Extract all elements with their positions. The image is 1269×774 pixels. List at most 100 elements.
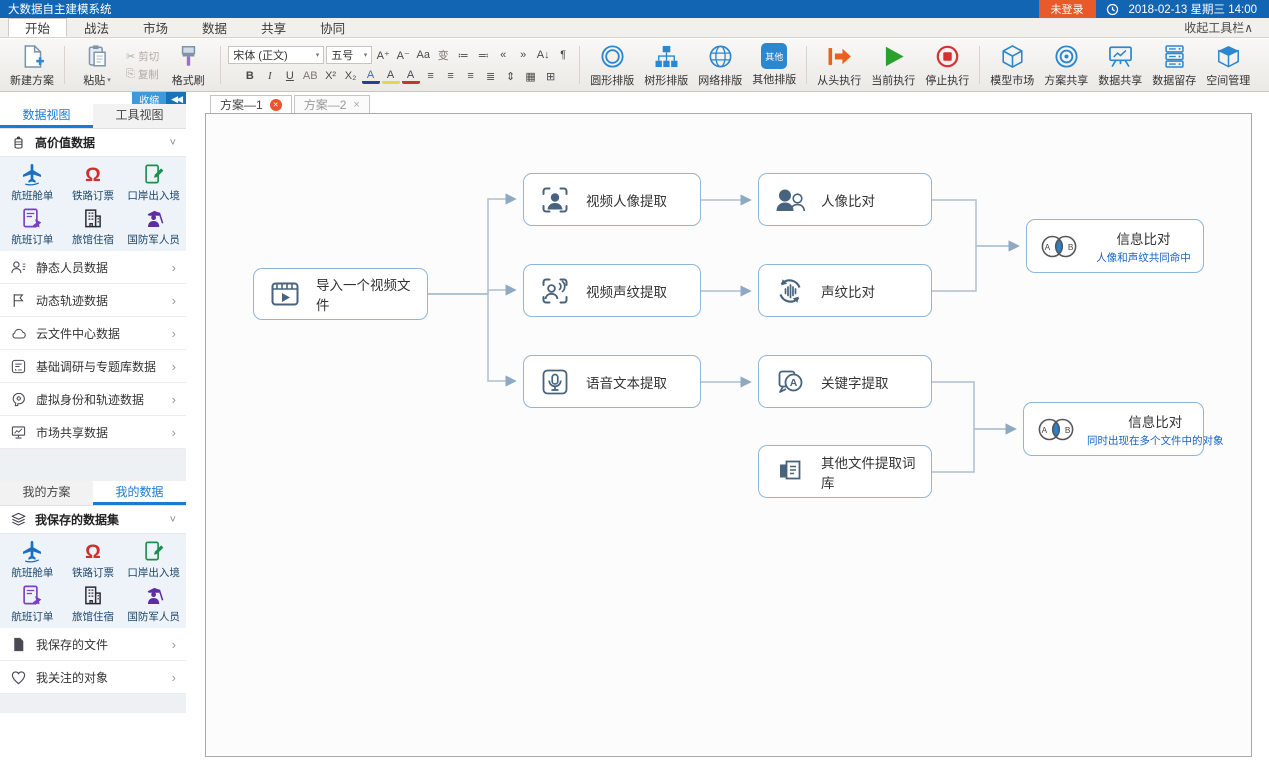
- close-tab-icon[interactable]: ✕: [270, 99, 282, 111]
- italic-button[interactable]: I: [261, 68, 279, 84]
- phonetic-button[interactable]: 变: [434, 47, 452, 63]
- sort-button[interactable]: A↓: [534, 47, 552, 63]
- align-right-button[interactable]: ≡: [462, 68, 480, 84]
- flow-node-voiceprint-compare[interactable]: 声纹比对: [758, 264, 932, 317]
- flow-node-info-compare-top[interactable]: A B 信息比对 人像和声纹共同命中: [1026, 219, 1204, 273]
- flow-node-speech-to-text[interactable]: 语音文本提取: [523, 355, 701, 408]
- login-status-badge[interactable]: 未登录: [1039, 0, 1096, 18]
- new-plan-button[interactable]: 新建方案: [7, 42, 57, 89]
- my-dataset-military-personnel[interactable]: 国防军人员: [123, 581, 184, 625]
- grow-font-button[interactable]: A⁺: [374, 47, 392, 63]
- sidebar-item-my-followed-objects[interactable]: 我关注的对象 ›: [0, 661, 186, 694]
- chevron-right-icon: ›: [172, 670, 176, 685]
- sidebar-item-static-person-data[interactable]: 静态人员数据 ›: [0, 251, 186, 284]
- other-layout-button[interactable]: 其他 其他排版: [749, 42, 799, 88]
- line-spacing-button[interactable]: ⇕: [502, 68, 520, 84]
- format-painter-button[interactable]: 格式刷: [163, 42, 213, 89]
- tab-tool-view[interactable]: 工具视图: [93, 104, 186, 128]
- strikethrough-button[interactable]: AB: [301, 68, 320, 84]
- cut-button[interactable]: ✂ 剪切: [126, 49, 159, 64]
- flow-node-keyword-extract[interactable]: 关键字提取: [758, 355, 932, 408]
- tab-my-plans[interactable]: 我的方案: [0, 481, 93, 505]
- align-center-button[interactable]: ≡: [442, 68, 460, 84]
- shading-button[interactable]: ▦: [522, 68, 540, 84]
- ribbon-tab-market[interactable]: 市场: [126, 18, 185, 37]
- my-dataset-flight-orders[interactable]: 航班订单: [2, 581, 63, 625]
- tab-data-view[interactable]: 数据视图: [0, 104, 93, 128]
- flow-node-import-video[interactable]: 导入一个视频文件: [253, 268, 428, 320]
- flow-node-face-compare[interactable]: 人像比对: [758, 173, 932, 226]
- flow-node-video-voiceprint-extract[interactable]: 视频声纹提取: [523, 264, 701, 317]
- increase-indent-button[interactable]: »: [514, 47, 532, 63]
- ribbon-tab-tactics[interactable]: 战法: [67, 18, 126, 37]
- canvas-tab-plan-2[interactable]: 方案—2 ×: [294, 95, 370, 113]
- ribbon-tab-data[interactable]: 数据: [185, 18, 244, 37]
- subscript-button[interactable]: X₂: [342, 68, 360, 84]
- bullets-button[interactable]: ≔: [454, 47, 472, 63]
- sidebar-item-my-saved-files[interactable]: 我保存的文件 ›: [0, 628, 186, 661]
- flow-node-video-face-extract[interactable]: 视频人像提取: [523, 173, 701, 226]
- section-my-saved-datasets[interactable]: 我保存的数据集 ˅: [0, 506, 186, 534]
- sidebar-item-virtual-identity-data[interactable]: 虚拟身份和轨迹数据 ›: [0, 383, 186, 416]
- my-dataset-hotel-stays[interactable]: 旅馆住宿: [63, 581, 124, 625]
- ribbon-tab-share[interactable]: 共享: [244, 18, 303, 37]
- font-family-select[interactable]: 宋体 (正文) ▾: [228, 46, 324, 64]
- dataset-military-personnel[interactable]: 国防军人员: [123, 204, 184, 248]
- highlight-button[interactable]: A: [382, 69, 400, 84]
- my-dataset-railway-tickets[interactable]: 铁路订票: [63, 537, 124, 581]
- run-from-start-button[interactable]: 从头执行: [814, 42, 864, 89]
- dataset-flight-manifest[interactable]: 航班舱单: [2, 160, 63, 204]
- ribbon-tab-start[interactable]: 开始: [8, 18, 67, 37]
- change-case-button[interactable]: Aa: [414, 47, 432, 63]
- font-color-button[interactable]: A: [402, 69, 420, 84]
- underline-button[interactable]: U: [281, 68, 299, 84]
- my-dataset-flight-manifest[interactable]: 航班舱单: [2, 537, 63, 581]
- sidebar-item-market-shared-data[interactable]: 市场共享数据 ›: [0, 416, 186, 449]
- numbering-button[interactable]: ≕: [474, 47, 492, 63]
- node-subtitle: 人像和声纹共同命中: [1096, 250, 1191, 265]
- text-effects-button[interactable]: A: [362, 69, 380, 84]
- align-left-button[interactable]: ≡: [422, 68, 440, 84]
- canvas-tab-plan-1[interactable]: 方案—1 ✕: [210, 95, 292, 113]
- dataset-hotel-stays[interactable]: 旅馆住宿: [63, 204, 124, 248]
- bold-button[interactable]: B: [241, 68, 259, 84]
- tree-layout-button[interactable]: 树形排版: [641, 42, 691, 89]
- my-dataset-border-entry-exit[interactable]: 口岸出入境: [123, 537, 184, 581]
- flow-node-other-file-lexicon[interactable]: 其他文件提取词库: [758, 445, 932, 498]
- data-retention-button[interactable]: 数据留存: [1149, 42, 1199, 89]
- sidebar-item-cloud-file-data[interactable]: 云文件中心数据 ›: [0, 317, 186, 350]
- flow-node-info-compare-bottom[interactable]: A B 信息比对 同时出现在多个文件中的对象: [1023, 402, 1204, 456]
- stop-execution-button[interactable]: 停止执行: [922, 42, 972, 89]
- sidebar-item-dynamic-trajectory-data[interactable]: 动态轨迹数据 ›: [0, 284, 186, 317]
- close-tab-icon[interactable]: ×: [353, 99, 359, 111]
- justify-button[interactable]: ≣: [482, 68, 500, 84]
- copy-button[interactable]: ⎘ 复制: [126, 67, 159, 82]
- space-management-button[interactable]: 空间管理: [1203, 42, 1253, 89]
- high-value-data-icon: [10, 134, 27, 151]
- decrease-indent-button[interactable]: «: [494, 47, 512, 63]
- dataset-border-entry-exit[interactable]: 口岸出入境: [123, 160, 184, 204]
- model-market-button[interactable]: 模型市场: [987, 42, 1037, 89]
- paragraph-mark-button[interactable]: ¶: [554, 47, 572, 63]
- stop-icon: [934, 43, 961, 70]
- paste-button[interactable]: 粘贴▾: [72, 42, 122, 89]
- collapse-toolbar-button[interactable]: 收起工具栏∧: [1184, 18, 1269, 37]
- data-share-button[interactable]: 数据共享: [1095, 42, 1145, 89]
- dataset-flight-orders[interactable]: 航班订单: [2, 204, 63, 248]
- run-current-button[interactable]: 当前执行: [868, 42, 918, 89]
- plan-share-button[interactable]: 方案共享: [1041, 42, 1091, 89]
- node-title: 信息比对: [1117, 228, 1171, 248]
- ribbon-tab-collab[interactable]: 协同: [303, 18, 362, 37]
- circular-layout-button[interactable]: 圆形排版: [587, 42, 637, 89]
- tab-my-data[interactable]: 我的数据: [93, 481, 186, 505]
- network-layout-button[interactable]: 网络排版: [695, 42, 745, 89]
- borders-button[interactable]: ⊞: [542, 68, 560, 84]
- flow-canvas[interactable]: 导入一个视频文件 视频人像提取 视频声纹提取 语音文本提取 人像比对 声纹比对 …: [205, 113, 1252, 757]
- dataset-railway-tickets[interactable]: 铁路订票: [63, 160, 124, 204]
- sidebar-item-research-library-data[interactable]: 基础调研与专题库数据 ›: [0, 350, 186, 383]
- superscript-button[interactable]: X²: [322, 68, 340, 84]
- font-size-select[interactable]: 五号 ▾: [326, 46, 372, 64]
- section-high-value-data[interactable]: 高价值数据 ˅: [0, 129, 186, 157]
- shrink-font-button[interactable]: A⁻: [394, 47, 412, 63]
- sidebar-gap: [0, 449, 186, 481]
